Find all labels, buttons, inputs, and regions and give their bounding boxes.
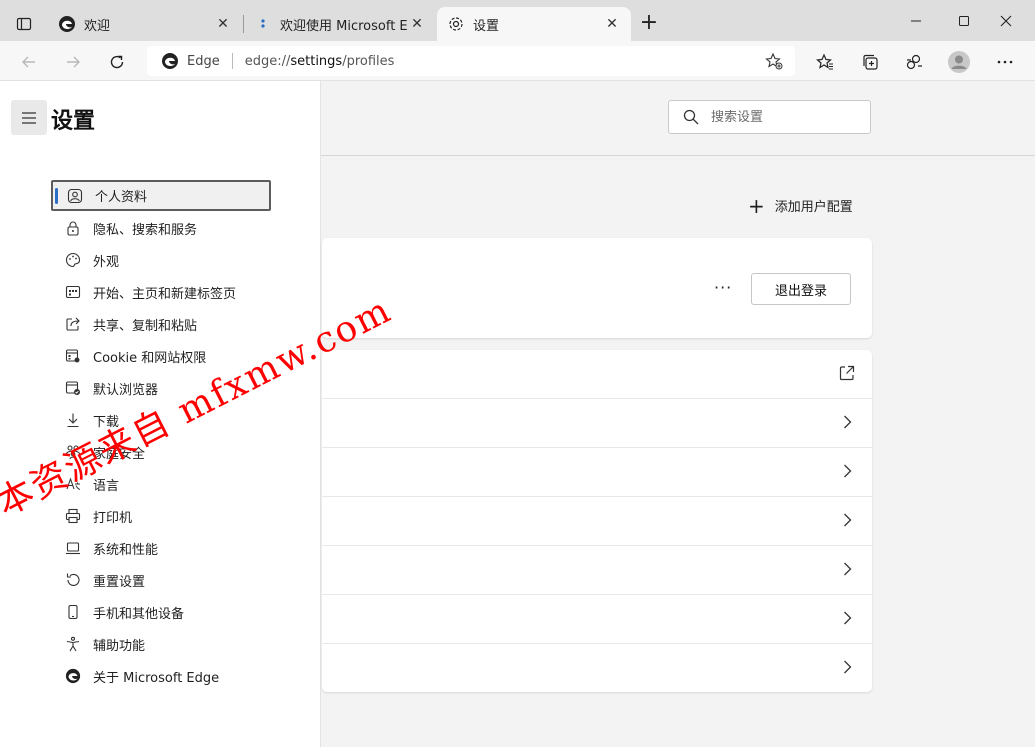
download-icon (65, 412, 81, 428)
sidebar-item-start-page[interactable]: 开始、主页和新建标签页 (51, 276, 271, 308)
url-text: edge://settings/profiles (244, 53, 395, 69)
chevron-right-icon (844, 464, 852, 478)
collections-icon[interactable] (857, 49, 883, 75)
tab-settings[interactable]: 设置 ✕ (437, 7, 631, 41)
chevron-right-icon (844, 513, 852, 527)
external-link-icon (839, 365, 855, 381)
logout-button[interactable]: 退出登录 (751, 273, 851, 305)
close-icon[interactable]: ✕ (603, 15, 621, 33)
maximize-button[interactable] (946, 8, 982, 34)
accessibility-icon (65, 636, 81, 652)
omnibox-divider (231, 53, 233, 69)
title-bar: 欢迎 ✕ 欢迎使用 Microsoft Edge ✕ 设置 ✕ + (0, 0, 1035, 41)
sidebar-item-phone[interactable]: 手机和其他设备 (51, 596, 271, 628)
site-label: Edge (187, 53, 220, 69)
search-icon (683, 109, 699, 125)
reset-icon (65, 572, 81, 588)
forward-button[interactable] (60, 49, 86, 75)
edge-dev-icon (254, 15, 272, 33)
new-tab-button[interactable]: + (637, 12, 661, 36)
phone-icon (65, 604, 81, 620)
list-item[interactable] (322, 644, 872, 693)
chevron-right-icon (844, 562, 852, 576)
add-favorite-icon[interactable] (765, 52, 783, 70)
page-title: 设置 (51, 109, 96, 134)
profile-settings-list (322, 350, 872, 692)
tab-title: 设置 (473, 18, 500, 34)
chevron-right-icon (844, 415, 852, 429)
sidebar-item-appearance[interactable]: 外观 (51, 244, 271, 276)
chevron-right-icon (844, 611, 852, 625)
list-item[interactable] (322, 448, 872, 497)
search-input[interactable] (711, 109, 861, 125)
list-item[interactable] (322, 350, 872, 399)
add-profile-label: 添加用户配置 (774, 200, 853, 215)
avatar[interactable] (946, 49, 972, 75)
extensions-icon[interactable] (901, 49, 927, 75)
plus-icon: + (748, 193, 765, 218)
search-settings-box[interactable] (668, 100, 871, 134)
tab-title: 欢迎 (84, 18, 111, 34)
hamburger-icon (22, 111, 36, 124)
close-window-button[interactable] (988, 8, 1024, 34)
sidebar-item-about[interactable]: 关于 Microsoft Edge (51, 660, 271, 692)
printer-icon (65, 508, 81, 524)
site-identity[interactable]: Edge (161, 52, 220, 70)
edge-icon (162, 53, 178, 69)
lock-icon (65, 220, 81, 236)
tab-title: 欢迎使用 Microsoft Edge (280, 18, 408, 34)
sidebar-item-share[interactable]: 共享、复制和粘贴 (51, 308, 271, 340)
menu-toggle-button[interactable] (11, 100, 47, 135)
close-icon[interactable]: ✕ (408, 15, 426, 33)
sidebar-item-privacy[interactable]: 隐私、搜索和服务 (51, 212, 271, 244)
list-item[interactable] (322, 546, 872, 595)
chevron-right-icon (844, 660, 852, 674)
palette-icon (65, 252, 81, 268)
favorites-icon[interactable] (812, 49, 838, 75)
sidebar-item-printer[interactable]: 打印机 (51, 500, 271, 532)
refresh-button[interactable] (104, 49, 130, 75)
sidebar-item-profiles[interactable]: 个人资料 (51, 180, 271, 211)
edge-icon (58, 15, 76, 33)
list-item[interactable] (322, 399, 872, 448)
add-profile-button[interactable]: + 添加用户配置 (748, 193, 853, 218)
address-bar[interactable]: Edge edge://settings/profiles (147, 46, 795, 76)
laptop-icon (65, 540, 81, 556)
tab-welcome-edge[interactable]: 欢迎使用 Microsoft Edge ✕ (244, 7, 436, 41)
gear-icon (447, 15, 465, 33)
more-options-icon[interactable] (992, 49, 1018, 75)
start-page-icon (65, 284, 81, 300)
profile-card: ··· 退出登录 (322, 238, 872, 338)
edge-icon (65, 668, 81, 684)
share-icon (65, 316, 81, 332)
tab-actions-icon[interactable] (12, 12, 36, 36)
sidebar-item-system[interactable]: 系统和性能 (51, 532, 271, 564)
browser-toolbar: Edge edge://settings/profiles (0, 41, 1035, 81)
more-options-button[interactable]: ··· (714, 278, 732, 297)
sidebar-item-reset[interactable]: 重置设置 (51, 564, 271, 596)
sidebar-item-accessibility[interactable]: 辅助功能 (51, 628, 271, 660)
site-permissions-icon (65, 348, 81, 364)
tab-welcome[interactable]: 欢迎 ✕ (48, 7, 242, 41)
list-item[interactable] (322, 497, 872, 546)
back-button[interactable] (16, 49, 42, 75)
close-icon[interactable]: ✕ (214, 15, 232, 33)
minimize-button[interactable] (898, 8, 934, 34)
profile-icon (67, 188, 83, 204)
list-item[interactable] (322, 595, 872, 644)
default-browser-icon (65, 380, 81, 396)
